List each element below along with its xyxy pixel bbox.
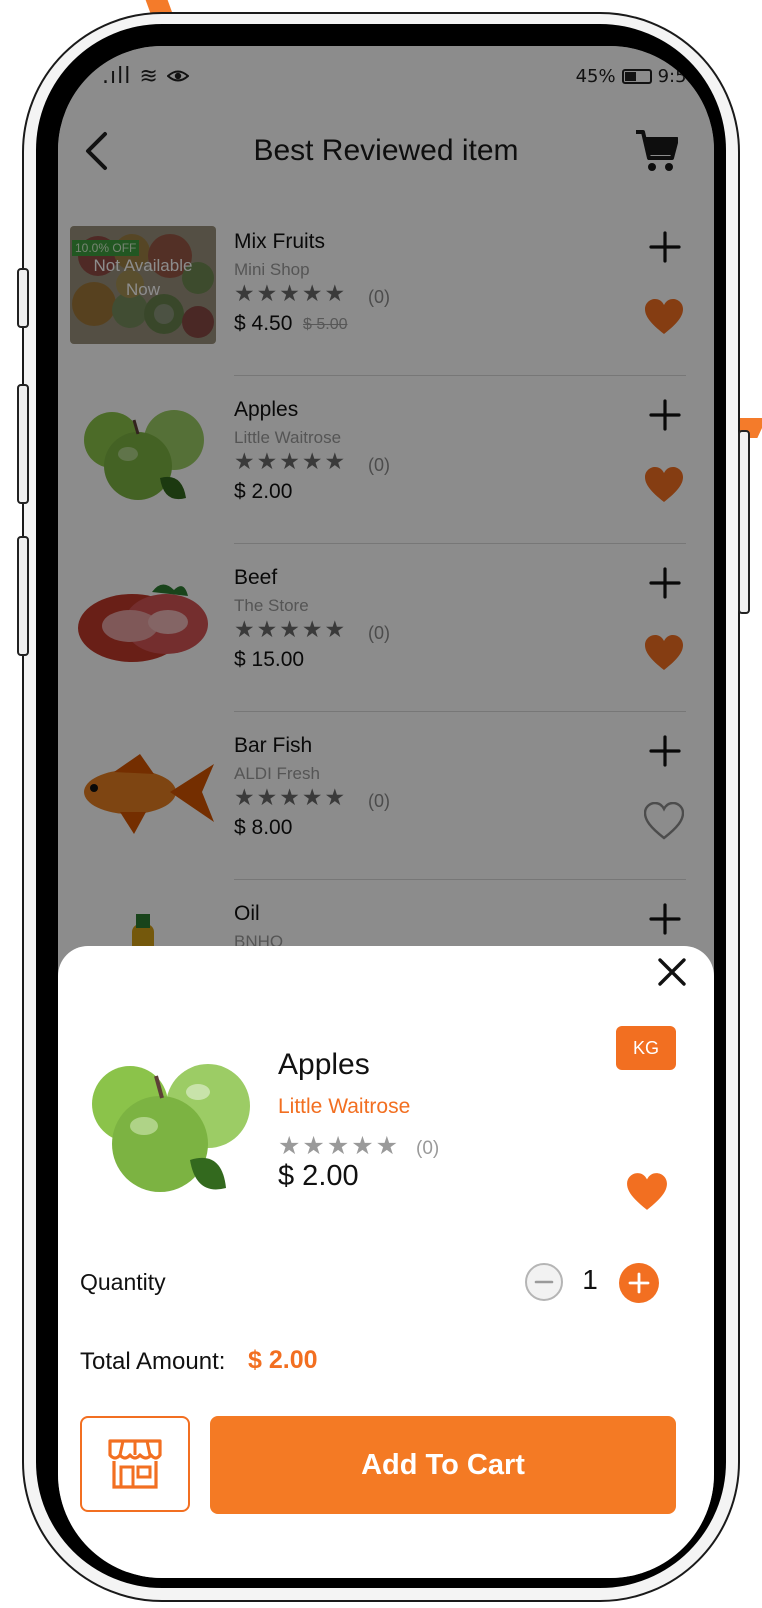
total-amount-value: $ 2.00 bbox=[248, 1346, 318, 1374]
green-apples-image bbox=[92, 1064, 250, 1192]
sheet-rating-stars: ★★★★★ bbox=[278, 1132, 401, 1160]
product-detail-sheet: Apples Little Waitrose ★★★★★ (0) $ 2.00 … bbox=[58, 946, 714, 1578]
phone-screen: .ıll ≋ 45% 9:51 Best Reviewed item 10.0%… bbox=[58, 46, 714, 1578]
phone-power-button bbox=[738, 430, 750, 614]
store-button[interactable] bbox=[80, 1416, 190, 1512]
quantity-value: 1 bbox=[582, 1264, 598, 1295]
phone-volume-down-button bbox=[17, 536, 29, 656]
store-icon bbox=[108, 1439, 162, 1489]
phone-volume-up-button bbox=[17, 384, 29, 504]
decrease-quantity-button[interactable] bbox=[524, 1262, 564, 1302]
add-to-cart-button[interactable]: Add To Cart bbox=[210, 1416, 676, 1514]
sheet-shop-link[interactable]: Little Waitrose bbox=[278, 1095, 410, 1119]
sheet-product-price: $ 2.00 bbox=[278, 1160, 359, 1192]
quantity-label: Quantity bbox=[80, 1269, 166, 1295]
unit-badge[interactable]: KG bbox=[616, 1026, 676, 1070]
sheet-product-name: Apples bbox=[278, 1048, 370, 1081]
heart-filled-icon[interactable] bbox=[626, 1172, 668, 1212]
total-amount-label: Total Amount: bbox=[80, 1348, 226, 1375]
phone-silent-switch bbox=[17, 268, 29, 328]
increase-quantity-button[interactable] bbox=[618, 1262, 660, 1304]
close-icon[interactable] bbox=[652, 952, 692, 992]
sheet-rating-count: (0) bbox=[416, 1138, 440, 1159]
